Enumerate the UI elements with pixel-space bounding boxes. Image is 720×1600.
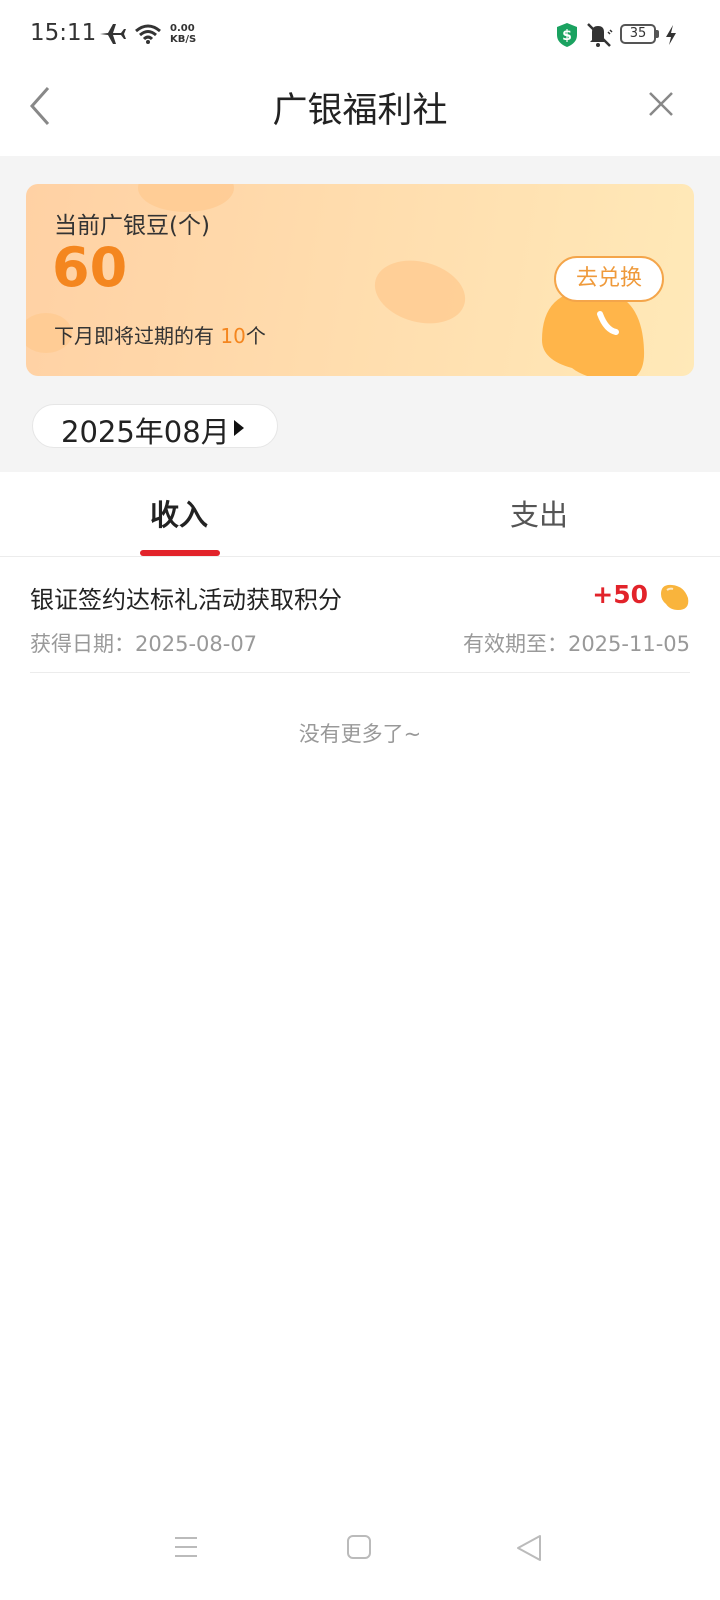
- tab-bar: 收入 支出: [0, 472, 720, 557]
- no-more-text: 没有更多了~: [298, 722, 422, 746]
- expiring-prefix: 下月即将过期的有: [54, 324, 221, 348]
- menu-icon[interactable]: [174, 1536, 198, 1562]
- charging-bolt-icon: [664, 24, 678, 50]
- month-selector[interactable]: 2025年08月: [32, 404, 278, 449]
- caret-right-icon: [233, 419, 245, 441]
- svg-text:$: $: [562, 28, 572, 44]
- month-label: 2025年08月: [61, 415, 230, 449]
- system-nav-bar: [0, 1500, 720, 1600]
- bean-decoration: [374, 260, 466, 324]
- expiring-count: 10: [220, 324, 246, 348]
- expiring-suffix: 个: [245, 324, 266, 348]
- battery-tip: [656, 30, 659, 38]
- shield-dollar-icon: $: [556, 22, 578, 52]
- tab-income[interactable]: 收入: [150, 492, 208, 534]
- bean-icon: [658, 582, 690, 616]
- status-time: 15:11: [30, 20, 97, 46]
- expiring-notice: 下月即将过期的有 10个: [54, 320, 266, 349]
- bean-balance-label: 当前广银豆(个): [54, 213, 210, 239]
- tab-expense[interactable]: 支出: [510, 492, 568, 534]
- network-speed-value: 0.00: [170, 23, 195, 34]
- bean-balance-card: 当前广银豆(个) 60 下月即将过期的有 10个 去兑换: [26, 184, 694, 376]
- network-speed: 0.00 KB/S: [170, 23, 196, 45]
- list-item[interactable]: 银证签约达标礼活动获取积分 +50 获得日期：2025-08-07 有效期至：2…: [30, 556, 690, 673]
- record-date: 获得日期：2025-08-07: [30, 632, 258, 656]
- home-icon[interactable]: [346, 1534, 372, 1564]
- close-icon[interactable]: [646, 89, 676, 119]
- record-points: +50: [592, 580, 648, 609]
- airplane-icon: [98, 22, 126, 50]
- network-speed-unit: KB/S: [170, 34, 197, 45]
- record-expiry: 有效期至：2025-11-05: [462, 632, 690, 656]
- record-title: 银证签约达标礼活动获取积分: [30, 586, 342, 614]
- battery-icon: 35: [620, 24, 656, 44]
- status-bar: 15:11 0.00 KB/S $ 35: [0, 0, 720, 72]
- mute-icon: [584, 22, 614, 52]
- page-title: 广银福利社: [272, 91, 448, 131]
- bean-balance-value: 60: [52, 236, 128, 299]
- wifi-icon: [134, 23, 162, 49]
- nav-bar: 广银福利社: [0, 72, 720, 156]
- back-triangle-icon[interactable]: [516, 1534, 542, 1566]
- redeem-button[interactable]: 去兑换: [554, 256, 664, 302]
